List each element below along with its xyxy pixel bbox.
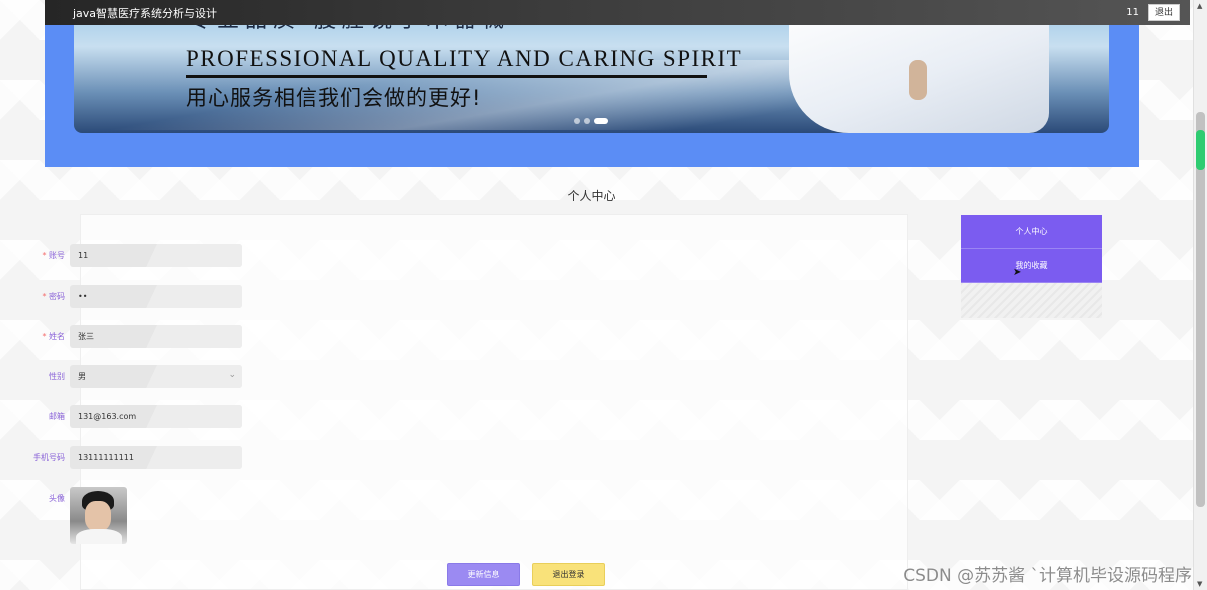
scroll-down-arrow-icon[interactable]: ▼ [1197, 580, 1202, 588]
banner-section: 专业品质 腹腔镜手术器械 PROFESSIONAL QUALITY AND CA… [45, 0, 1139, 167]
banner-headline-en: PROFESSIONAL QUALITY AND CARING SPIRIT [186, 46, 743, 71]
phone-input[interactable]: 13111111111 [70, 446, 242, 469]
phone-row: 手机号码 13111111111 [0, 446, 242, 469]
topbar-user-area: 11 退出 [1126, 4, 1180, 21]
carousel-dot-1[interactable] [574, 118, 580, 124]
side-menu-item-profile[interactable]: 个人中心 [961, 215, 1102, 249]
name-label: * 姓名 [42, 332, 65, 341]
page-scrollbar[interactable]: ▲ ▼ [1193, 0, 1207, 590]
email-row: 邮箱 131@163.com [0, 405, 242, 428]
topbar-logout-button[interactable]: 退出 [1147, 4, 1180, 21]
carousel-dot-2[interactable] [584, 118, 590, 124]
page-title: 个人中心 [567, 189, 616, 203]
gender-label: 性别 [49, 372, 65, 381]
gender-row: 性别 男 ⌄ [0, 365, 242, 388]
watermark: CSDN @苏苏酱 `计算机毕设源码程序 [903, 566, 1192, 586]
account-row: * 账号 11 [0, 244, 242, 267]
profile-form-card [80, 214, 908, 590]
banner-divider [186, 75, 707, 78]
avatar-row: 头像 [0, 487, 127, 544]
side-menu-spacer [961, 283, 1102, 318]
account-input[interactable]: 11 [70, 244, 242, 267]
top-navbar: java智慧医疗系统分析与设计 11 退出 [45, 0, 1190, 25]
password-label: * 密码 [42, 292, 65, 301]
email-input[interactable]: 131@163.com [70, 405, 242, 428]
logout-button[interactable]: 退出登录 [532, 563, 605, 586]
carousel-indicators [574, 118, 608, 124]
scrollbar-thumb[interactable] [1196, 112, 1205, 507]
chevron-down-icon: ⌄ [228, 370, 236, 380]
email-label: 邮箱 [49, 412, 65, 421]
mouse-pointer-icon: ➤ [1013, 267, 1022, 278]
avatar-label: 头像 [49, 494, 65, 503]
side-menu-item-favorites[interactable]: 我的收藏 [961, 249, 1102, 283]
site-title: java智慧医疗系统分析与设计 [73, 6, 218, 20]
scroll-up-arrow-icon[interactable]: ▲ [1197, 2, 1202, 10]
password-input[interactable]: •• [70, 285, 242, 308]
name-input[interactable]: 张三 [70, 325, 242, 348]
name-row: * 姓名 张三 [0, 325, 242, 348]
phone-label: 手机号码 [33, 453, 65, 462]
banner-slogan: 用心服务相信我们会做的更好! [186, 86, 482, 110]
username-label: 11 [1126, 7, 1139, 18]
scrollbar-indicator [1196, 130, 1205, 170]
account-label: * 账号 [42, 251, 65, 260]
password-row: * 密码 •• [0, 285, 242, 308]
side-menu: 个人中心 我的收藏 [961, 215, 1102, 318]
avatar-image-upload[interactable] [70, 487, 127, 544]
gender-select[interactable]: 男 ⌄ [70, 365, 242, 388]
carousel-dot-3[interactable] [594, 118, 608, 124]
update-info-button[interactable]: 更新信息 [447, 563, 520, 586]
